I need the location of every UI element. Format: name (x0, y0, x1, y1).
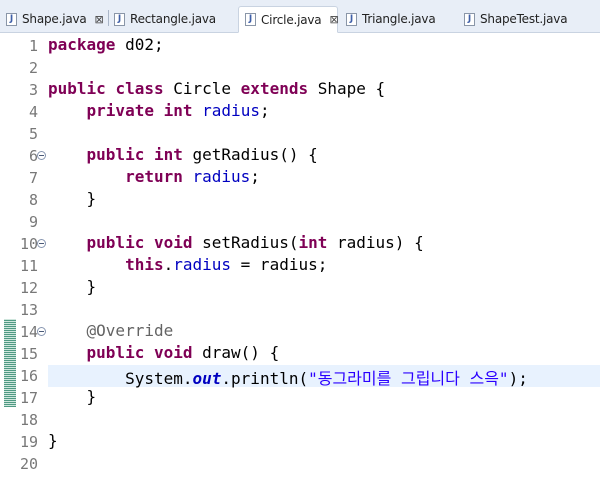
code-line-11: this.radius = radius; (125, 255, 328, 274)
code-line-4: private int radius; (86, 101, 270, 120)
code-line-3: public class Circle extends Shape { (48, 79, 386, 98)
close-tab-icon[interactable]: ⊠ (95, 13, 104, 26)
code-line-14: @Override (86, 321, 174, 340)
code-line-10: public void setRadius(int radius) { (86, 233, 424, 252)
code-line-16-current[interactable]: System.out.println("동그라미를 그립니다 스윽"); (48, 365, 600, 388)
line-number: 19 (19, 433, 38, 451)
code-line-7: return radius; (125, 167, 260, 186)
code-line-6: public int getRadius() { (86, 145, 318, 164)
tab-shapetest-java[interactable]: ShapeTest.java (464, 6, 594, 32)
tab-rectangle-java[interactable]: Rectangle.java (114, 6, 232, 32)
code-line-12: } (86, 277, 97, 296)
line-number: 5 (28, 125, 38, 143)
tab-separator (108, 10, 109, 26)
line-number-gutter: 1 2 3 4 5 6 7 8 9 10 11 12 13 14 15 16 1… (16, 33, 46, 482)
line-number: 11 (19, 257, 38, 275)
code-editor[interactable]: 1 2 3 4 5 6 7 8 9 10 11 12 13 14 15 16 1… (0, 33, 600, 482)
tab-shape-java[interactable]: Shape.java ⊠ (6, 6, 109, 32)
line-number: 13 (19, 301, 38, 319)
line-number: 12 (19, 279, 38, 297)
tab-circle-java[interactable]: Circle.java ⊠ (238, 6, 339, 33)
line-number: 1 (28, 37, 38, 55)
line-number: 9 (28, 213, 38, 231)
tab-label: Shape.java (22, 12, 87, 26)
line-number: 7 (28, 169, 38, 187)
quick-diff-change-marker[interactable] (4, 319, 16, 407)
java-file-icon (346, 12, 357, 26)
line-number: 6 (28, 147, 38, 165)
java-file-icon (245, 13, 256, 26)
line-number: 10 (19, 235, 38, 253)
fold-collapse-icon[interactable] (37, 239, 46, 248)
line-number: 20 (19, 455, 38, 473)
tab-triangle-java[interactable]: Triangle.java (346, 6, 458, 32)
overview-ruler (0, 33, 4, 482)
line-number: 18 (19, 411, 38, 429)
code-area[interactable]: package d02; public class Circle extends… (48, 33, 600, 482)
code-line-19: } (48, 431, 58, 450)
java-file-icon (464, 12, 475, 26)
line-number: 16 (19, 367, 38, 385)
code-line-15: public void draw() { (86, 343, 280, 362)
line-number: 2 (28, 59, 38, 77)
tab-label: Circle.java (261, 12, 322, 27)
line-number: 17 (19, 389, 38, 407)
fold-collapse-icon[interactable] (37, 151, 46, 160)
line-number: 3 (28, 81, 38, 99)
line-number: 4 (28, 103, 38, 121)
fold-collapse-icon[interactable] (37, 327, 46, 336)
code-line-17: } (86, 387, 97, 406)
line-number: 8 (28, 191, 38, 209)
code-line-8: } (86, 189, 97, 208)
java-file-icon (114, 12, 125, 26)
code-line-1: package d02; (48, 35, 164, 54)
tab-label: Triangle.java (362, 12, 436, 26)
tab-label: Rectangle.java (130, 12, 216, 26)
editor-tab-bar: Shape.java ⊠ Rectangle.java Circle.java … (0, 0, 600, 33)
tab-label: ShapeTest.java (480, 12, 568, 26)
java-file-icon (6, 12, 17, 26)
close-tab-icon[interactable]: ⊠ (329, 13, 338, 26)
line-number: 14 (19, 323, 38, 341)
line-number: 15 (19, 345, 38, 363)
